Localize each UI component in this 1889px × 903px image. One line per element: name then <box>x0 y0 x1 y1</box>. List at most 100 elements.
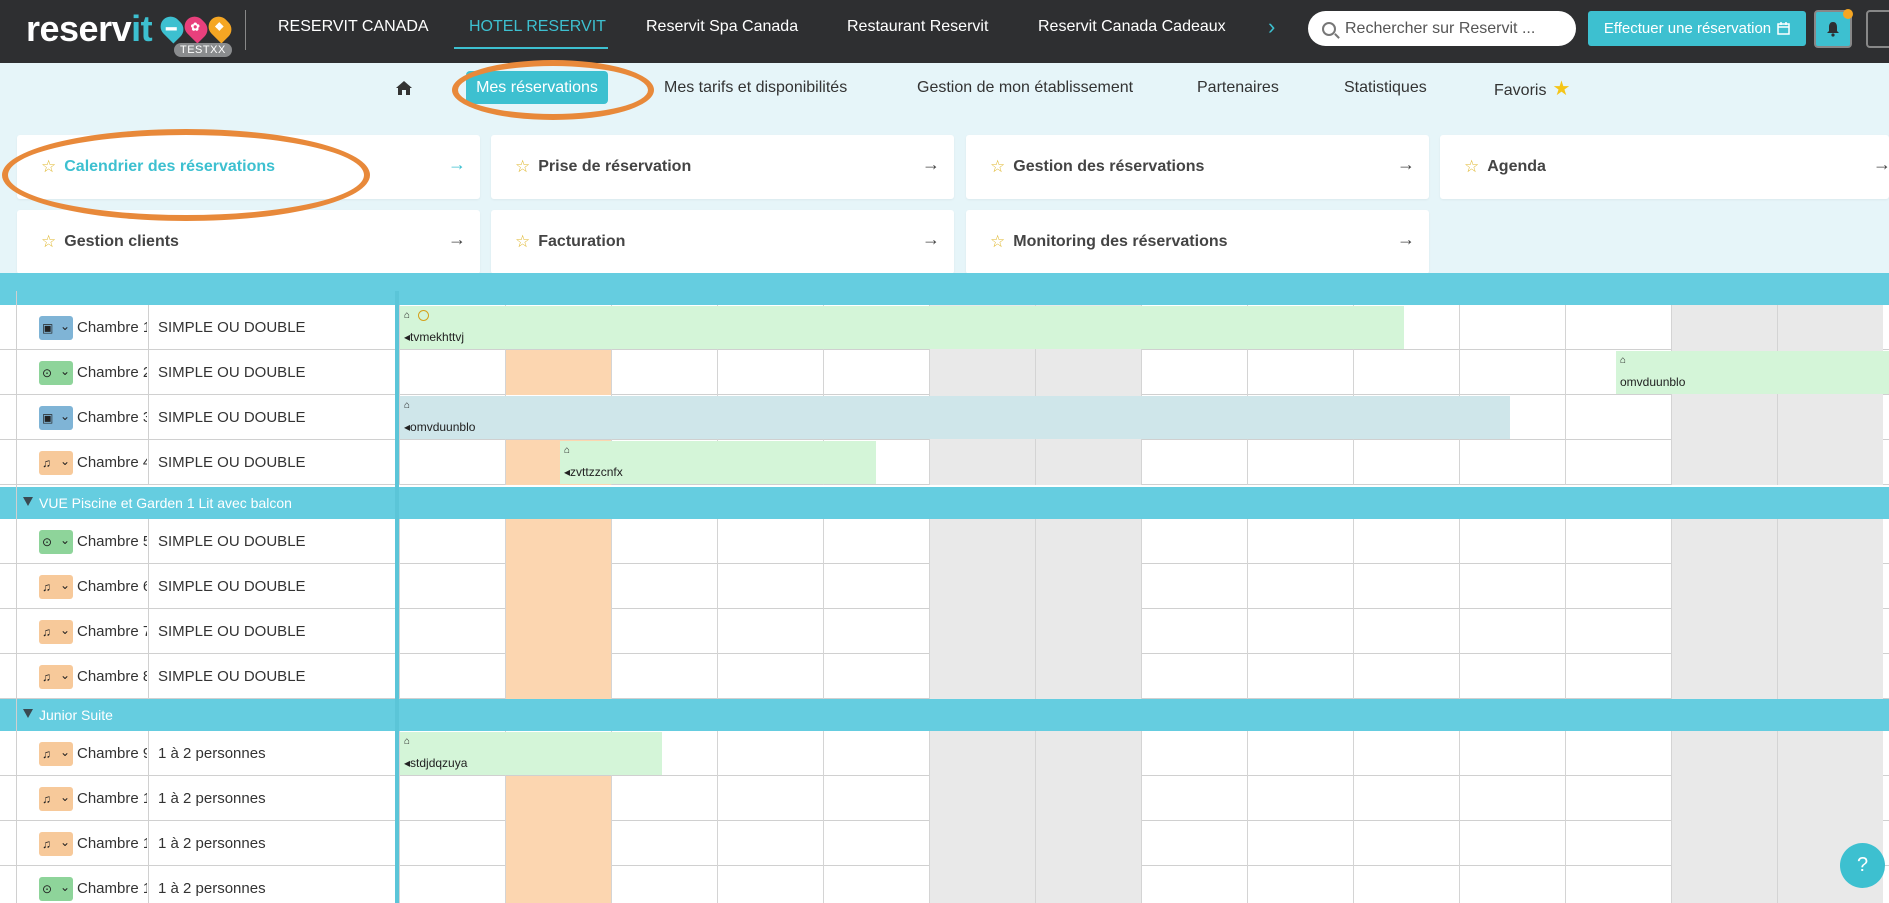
calendar-cell[interactable] <box>1353 821 1459 866</box>
calendar-cell[interactable] <box>1565 519 1671 564</box>
calendar-cell[interactable] <box>611 609 717 654</box>
calendar-cell[interactable] <box>1777 440 1883 485</box>
calendar-cell[interactable] <box>823 821 929 866</box>
calendar-cell[interactable] <box>1353 609 1459 654</box>
calendar-cell[interactable] <box>1671 731 1777 776</box>
room-status-dropdown[interactable]: ▣ ⌄ <box>39 406 73 430</box>
topnav-reservit-canada[interactable]: RESERVIT CANADA <box>278 18 429 36</box>
calendar-cell[interactable] <box>1671 821 1777 866</box>
calendar-cell[interactable] <box>1671 776 1777 821</box>
collapse-triangle-icon[interactable] <box>23 709 33 718</box>
calendar-cell[interactable] <box>1035 731 1141 776</box>
calendar-cell[interactable] <box>1671 609 1777 654</box>
calendar-cell[interactable] <box>1671 654 1777 699</box>
calendar-cell[interactable] <box>505 776 611 821</box>
calendar-cell[interactable] <box>1141 564 1247 609</box>
calendar-cell[interactable] <box>1459 350 1565 395</box>
calendar-cell[interactable] <box>1565 440 1671 485</box>
calendar-cell[interactable] <box>1141 821 1247 866</box>
calendar-cell[interactable] <box>1141 776 1247 821</box>
favorite-star-icon[interactable]: ☆ <box>41 157 56 177</box>
calendar-cell[interactable] <box>929 731 1035 776</box>
calendar-cell[interactable] <box>1671 395 1777 440</box>
calendar-cell[interactable] <box>929 519 1035 564</box>
calendar-cell[interactable] <box>399 564 505 609</box>
calendar-cell[interactable] <box>1777 776 1883 821</box>
calendar-cell[interactable] <box>611 654 717 699</box>
help-button[interactable]: ? <box>1840 843 1885 888</box>
calendar-cell[interactable] <box>1035 519 1141 564</box>
calendar-cell[interactable] <box>505 609 611 654</box>
calendar-cell[interactable] <box>399 866 505 903</box>
room-status-dropdown[interactable]: ♫ ⌄ <box>39 575 73 599</box>
calendar-cell[interactable] <box>1565 654 1671 699</box>
calendar-cell[interactable] <box>1459 609 1565 654</box>
user-menu-button[interactable] <box>1866 10 1889 48</box>
calendar-cell[interactable] <box>1777 395 1883 440</box>
calendar-cell[interactable] <box>1459 519 1565 564</box>
calendar-cell[interactable] <box>823 564 929 609</box>
favorite-star-icon[interactable]: ☆ <box>1464 157 1479 177</box>
calendar-cell[interactable] <box>1565 731 1671 776</box>
card-facturation[interactable]: ☆ Facturation → <box>491 210 954 274</box>
calendar-cell[interactable] <box>399 776 505 821</box>
calendar-cell[interactable] <box>399 440 505 485</box>
calendar-cell[interactable] <box>1141 731 1247 776</box>
calendar-cell[interactable] <box>1247 564 1353 609</box>
submenu-mes-reservations[interactable]: Mes réservations <box>466 71 608 104</box>
calendar-cell[interactable] <box>1141 654 1247 699</box>
calendar-cell[interactable] <box>1035 821 1141 866</box>
calendar-cell[interactable] <box>505 866 611 903</box>
calendar-cell[interactable] <box>399 350 505 395</box>
calendar-cell[interactable] <box>823 609 929 654</box>
category-row[interactable]: Junior Suite <box>0 699 1889 731</box>
calendar-cell[interactable] <box>1777 731 1883 776</box>
calendar-cell[interactable] <box>1777 609 1883 654</box>
favorite-star-icon[interactable]: ☆ <box>990 157 1005 177</box>
calendar-cell[interactable] <box>1777 654 1883 699</box>
calendar-cell[interactable] <box>1459 564 1565 609</box>
calendar-cell[interactable] <box>1353 564 1459 609</box>
calendar-cell[interactable] <box>717 564 823 609</box>
reservation-block[interactable]: ⌂ ◂tvmekhttvj <box>400 306 1404 349</box>
calendar-cell[interactable] <box>1671 440 1777 485</box>
calendar-cell[interactable] <box>1141 350 1247 395</box>
calendar-cell[interactable] <box>505 821 611 866</box>
calendar-cell[interactable] <box>929 440 1035 485</box>
chevron-right-icon[interactable]: › <box>1268 14 1275 40</box>
card-monitoring[interactable]: ☆ Monitoring des réservations → <box>966 210 1429 274</box>
calendar-cell[interactable] <box>399 821 505 866</box>
make-reservation-button[interactable]: Effectuer une réservation <box>1588 11 1806 46</box>
room-status-dropdown[interactable]: ♫ ⌄ <box>39 451 73 475</box>
calendar-cell[interactable] <box>717 776 823 821</box>
calendar-cell[interactable] <box>929 609 1035 654</box>
calendar-cell[interactable] <box>717 866 823 903</box>
calendar-cell[interactable] <box>929 350 1035 395</box>
calendar-cell[interactable] <box>1247 654 1353 699</box>
calendar-cell[interactable] <box>1247 609 1353 654</box>
calendar-cell[interactable] <box>1459 821 1565 866</box>
calendar-cell[interactable] <box>1035 609 1141 654</box>
submenu-partenaires[interactable]: Partenaires <box>1197 79 1279 97</box>
calendar-cell[interactable] <box>1353 731 1459 776</box>
reservation-block[interactable]: ⌂ ◂stdjdqzuya <box>400 732 662 775</box>
calendar-cell[interactable] <box>611 519 717 564</box>
submenu-favoris[interactable]: Favoris ★ <box>1494 76 1570 101</box>
calendar-cell[interactable] <box>505 350 611 395</box>
calendar-cell[interactable] <box>1035 866 1141 903</box>
calendar-cell[interactable] <box>1141 519 1247 564</box>
topnav-spa[interactable]: Reservit Spa Canada <box>646 18 798 36</box>
calendar-cell[interactable] <box>823 731 929 776</box>
calendar-cell[interactable] <box>717 519 823 564</box>
room-status-dropdown[interactable]: ♫ ⌄ <box>39 665 73 689</box>
calendar-cell[interactable] <box>1777 519 1883 564</box>
calendar-cell[interactable] <box>717 350 823 395</box>
favorite-star-icon[interactable]: ☆ <box>515 232 530 252</box>
calendar-cell[interactable] <box>1035 776 1141 821</box>
calendar-cell[interactable] <box>1247 350 1353 395</box>
calendar-cell[interactable] <box>1353 350 1459 395</box>
notifications-button[interactable] <box>1814 9 1853 48</box>
card-prise-reservation[interactable]: ☆ Prise de réservation → <box>491 135 954 199</box>
search-field[interactable] <box>1308 11 1576 46</box>
calendar-cell[interactable] <box>1565 609 1671 654</box>
